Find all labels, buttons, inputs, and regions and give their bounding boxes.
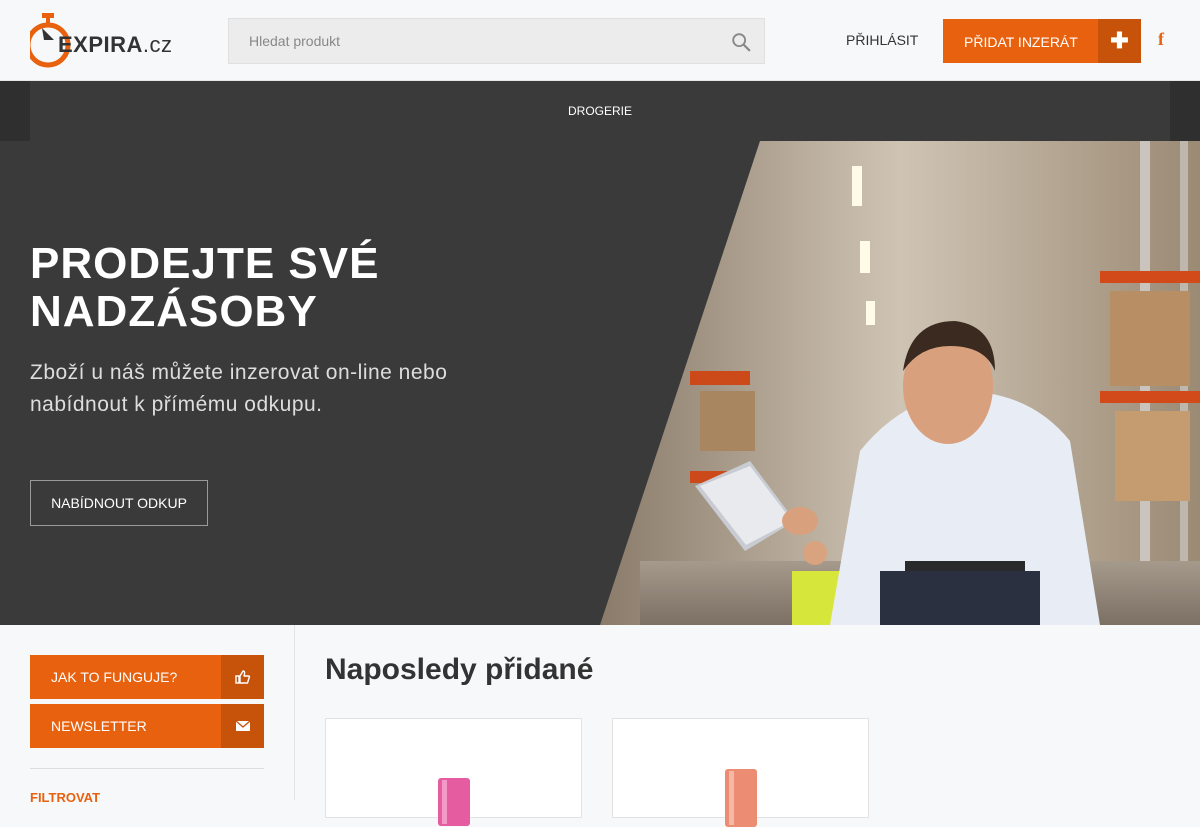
logo-text: EXPIRA.cz xyxy=(58,32,173,57)
category-nav: DROGERIE xyxy=(0,81,1200,141)
sidebar: JAK TO FUNGUJE? NEWSLETTER FILTROVAT xyxy=(0,625,295,805)
sidebar-divider xyxy=(30,768,264,769)
thumbs-up-icon xyxy=(221,655,264,699)
nav-item-drogerie[interactable]: DROGERIE xyxy=(30,104,1170,118)
how-it-works-button[interactable]: JAK TO FUNGUJE? xyxy=(30,655,264,699)
hero-subtitle: Zboží u náš můžete inzerovat on-line neb… xyxy=(30,361,448,416)
search-box xyxy=(228,18,765,64)
search-input[interactable] xyxy=(229,19,709,63)
logo[interactable]: EXPIRA.cz xyxy=(30,12,180,70)
envelope-icon xyxy=(221,704,264,748)
recently-added-title: Naposledy přidané xyxy=(325,653,594,686)
hero-title: PRODEJTE SVÉ NADZÁSOBY xyxy=(30,239,380,336)
newsletter-label: NEWSLETTER xyxy=(51,718,147,734)
plus-icon: ✚ xyxy=(1098,19,1141,63)
add-listing-button[interactable]: PŘIDAT INZERÁT ✚ xyxy=(943,19,1141,63)
hero-banner: PRODEJTE SVÉ NADZÁSOBY Zboží u náš můžet… xyxy=(0,141,1200,625)
how-it-works-label: JAK TO FUNGUJE? xyxy=(51,669,178,685)
login-link[interactable]: PŘIHLÁSIT xyxy=(846,32,918,48)
product-image xyxy=(438,778,470,826)
product-card[interactable] xyxy=(612,718,869,827)
facebook-icon[interactable]: f xyxy=(1158,29,1164,50)
filter-heading[interactable]: FILTROVAT xyxy=(30,790,100,805)
newsletter-button[interactable]: NEWSLETTER xyxy=(30,704,264,748)
offer-buyout-button[interactable]: NABÍDNOUT ODKUP xyxy=(30,480,208,526)
product-image xyxy=(725,769,757,827)
site-header: EXPIRA.cz PŘIHLÁSIT PŘIDAT INZERÁT ✚ f xyxy=(0,0,1200,81)
search-icon[interactable] xyxy=(730,31,752,53)
add-listing-label: PŘIDAT INZERÁT xyxy=(964,34,1078,50)
product-card[interactable] xyxy=(325,718,582,826)
category-nav-inner: DROGERIE xyxy=(30,81,1170,141)
